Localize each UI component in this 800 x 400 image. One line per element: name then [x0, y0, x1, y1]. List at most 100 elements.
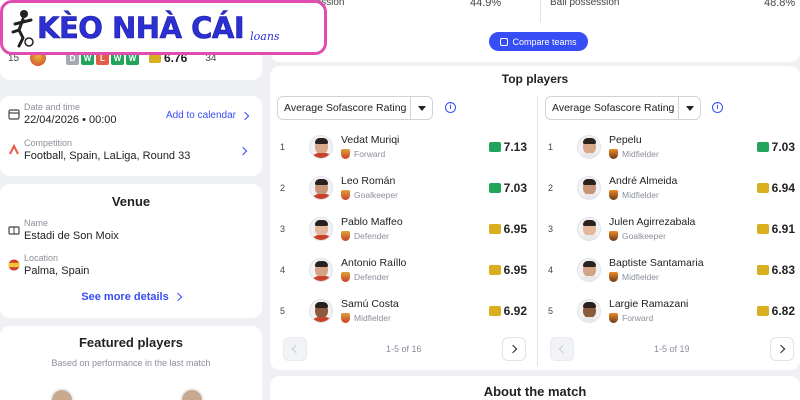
add-to-calendar-link[interactable]: Add to calendar	[166, 110, 250, 121]
player-position-row: Midfielder	[609, 190, 677, 200]
stat-label-away: Ball possession	[550, 0, 620, 8]
competition-item[interactable]: Competition Football, Spain, LaLiga, Rou…	[8, 138, 190, 162]
player-rating: 7.03	[756, 139, 795, 154]
chevron-right-icon	[240, 111, 250, 120]
player-rating-value: 7.13	[503, 139, 527, 154]
player-name: Samú Costa	[341, 298, 399, 310]
triangle-down-icon	[417, 105, 426, 111]
player-info: Samú Costa Midfielder	[341, 298, 399, 323]
rating-color-icon	[756, 182, 769, 193]
player-position-row: Midfielder	[609, 272, 704, 282]
player-position: Goalkeeper	[354, 190, 398, 200]
avatar-shirt	[311, 275, 332, 281]
club-crest-icon	[341, 272, 350, 282]
player-row[interactable]: 2 André Almeida Midfielder 6.94	[545, 167, 795, 208]
club-crest-icon	[341, 190, 350, 200]
player-rank: 2	[548, 182, 554, 193]
rating-type-select-away[interactable]: Average Sofascore Rating	[545, 96, 701, 120]
player-row[interactable]: 5 Samú Costa Midfielder 6.92	[277, 290, 527, 331]
avatar-hair	[583, 137, 596, 144]
player-rating-value: 7.03	[503, 180, 527, 195]
info-icon[interactable]: i	[445, 102, 456, 113]
chevron-left-icon	[558, 344, 568, 354]
stat-value-away: 48.8%	[764, 0, 796, 9]
logo-text: KÈO NHÀ CÁI	[37, 10, 245, 45]
player-rating-value: 7.03	[771, 139, 795, 154]
player-rating: 7.13	[488, 139, 527, 154]
player-avatar	[309, 175, 333, 200]
player-name: Leo Román	[341, 175, 396, 187]
player-position: Midfielder	[622, 190, 659, 200]
player-row[interactable]: 1 Pepelu Midfielder 7.03	[545, 126, 795, 167]
rating-color-icon	[488, 264, 501, 275]
player-row[interactable]: 4 Antonio Raíllo Defender 6.95	[277, 249, 527, 290]
avatar-shirt	[311, 234, 332, 240]
date-time-value: 22/04/2026 • 00:00	[24, 114, 117, 126]
see-more-details-link[interactable]: See more details	[0, 291, 262, 303]
avatar-shirt	[579, 193, 600, 199]
next-page-button[interactable]	[770, 337, 794, 361]
player-info: Antonio Raíllo Defender	[341, 257, 406, 282]
pagination-text: 1-5 of 19	[654, 344, 690, 354]
date-time-item: Date and time 22/04/2026 • 00:00	[8, 102, 117, 126]
dropdown-arrow	[410, 97, 432, 119]
player-rating: 6.83	[756, 263, 795, 277]
player-avatar	[309, 257, 333, 282]
player-position-row: Forward	[341, 149, 399, 159]
player-name: Julen Agirrezabala	[609, 216, 696, 228]
player-rating-value: 6.91	[771, 221, 795, 236]
player-name: André Almeida	[609, 175, 678, 187]
player-position-row: Midfielder	[341, 313, 399, 323]
player-rating-value: 6.92	[503, 303, 527, 318]
player-name: Largie Ramazani	[609, 298, 689, 310]
player-rating: 6.95	[488, 222, 527, 236]
player-position-row: Defender	[341, 231, 403, 241]
venue-name-item: Name Estadi de Son Moix	[8, 218, 119, 242]
next-page-button[interactable]	[502, 337, 526, 361]
club-crest-icon	[609, 149, 618, 159]
player-rank: 3	[280, 223, 286, 234]
info-icon[interactable]: i	[712, 102, 723, 113]
chevron-right-icon[interactable]	[238, 146, 248, 156]
featured-subtitle: Based on performance in the last match	[51, 358, 211, 368]
player-row[interactable]: 2 Leo Román Goalkeeper 7.03	[277, 167, 527, 208]
avatar-hair	[315, 301, 328, 308]
player-position: Forward	[622, 313, 654, 323]
prev-page-button[interactable]	[283, 337, 307, 361]
player-position-row: Goalkeeper	[341, 190, 398, 200]
player-row[interactable]: 4 Baptiste Santamaria Midfielder 6.83	[545, 249, 795, 290]
avatar[interactable]	[180, 388, 204, 400]
player-info: Baptiste Santamaria Midfielder	[609, 257, 704, 282]
player-row[interactable]: 3 Pablo Maffeo Defender 6.95	[277, 208, 527, 249]
statistics-card	[270, 0, 800, 62]
about-match-card: About the match	[270, 376, 800, 400]
calendar-icon	[8, 109, 20, 120]
player-rating: 6.94	[756, 181, 795, 195]
player-row[interactable]: 5 Largie Ramazani Forward 6.82	[545, 290, 795, 331]
player-row[interactable]: 3 Julen Agirrezabala Goalkeeper 6.91	[545, 208, 795, 249]
player-row[interactable]: 1 Vedat Muriqi Forward 7.13	[277, 126, 527, 167]
avatar-shirt	[311, 193, 332, 199]
date-time-label: Date and time	[24, 102, 81, 112]
club-crest-icon	[609, 231, 618, 241]
avatar-shirt	[579, 275, 600, 281]
club-crest-icon	[609, 313, 618, 323]
competition-value: Football, Spain, LaLiga, Round 33	[24, 150, 191, 162]
compare-icon	[500, 37, 509, 46]
spain-flag-icon	[8, 259, 20, 271]
rating-type-select-home[interactable]: Average Sofascore Rating	[277, 96, 433, 120]
avatar-hair	[315, 219, 328, 226]
rating-color-icon	[488, 141, 501, 152]
chevron-right-icon	[776, 344, 786, 354]
player-position: Goalkeeper	[622, 231, 666, 241]
compare-teams-button[interactable]: Compare teams	[489, 32, 588, 51]
featured-players-card: Featured players Based on performance in…	[0, 326, 262, 400]
prev-page-button[interactable]	[550, 337, 574, 361]
rating-color-icon	[756, 264, 769, 275]
see-more-label: See more details	[81, 291, 169, 303]
venue-location-item: Location Palma, Spain	[8, 253, 89, 277]
avatar[interactable]	[50, 388, 74, 400]
player-rating-value: 6.95	[503, 262, 527, 277]
player-rating-value: 6.82	[771, 303, 795, 318]
site-logo[interactable]: KÈO NHÀ CÁI loans	[0, 0, 327, 55]
